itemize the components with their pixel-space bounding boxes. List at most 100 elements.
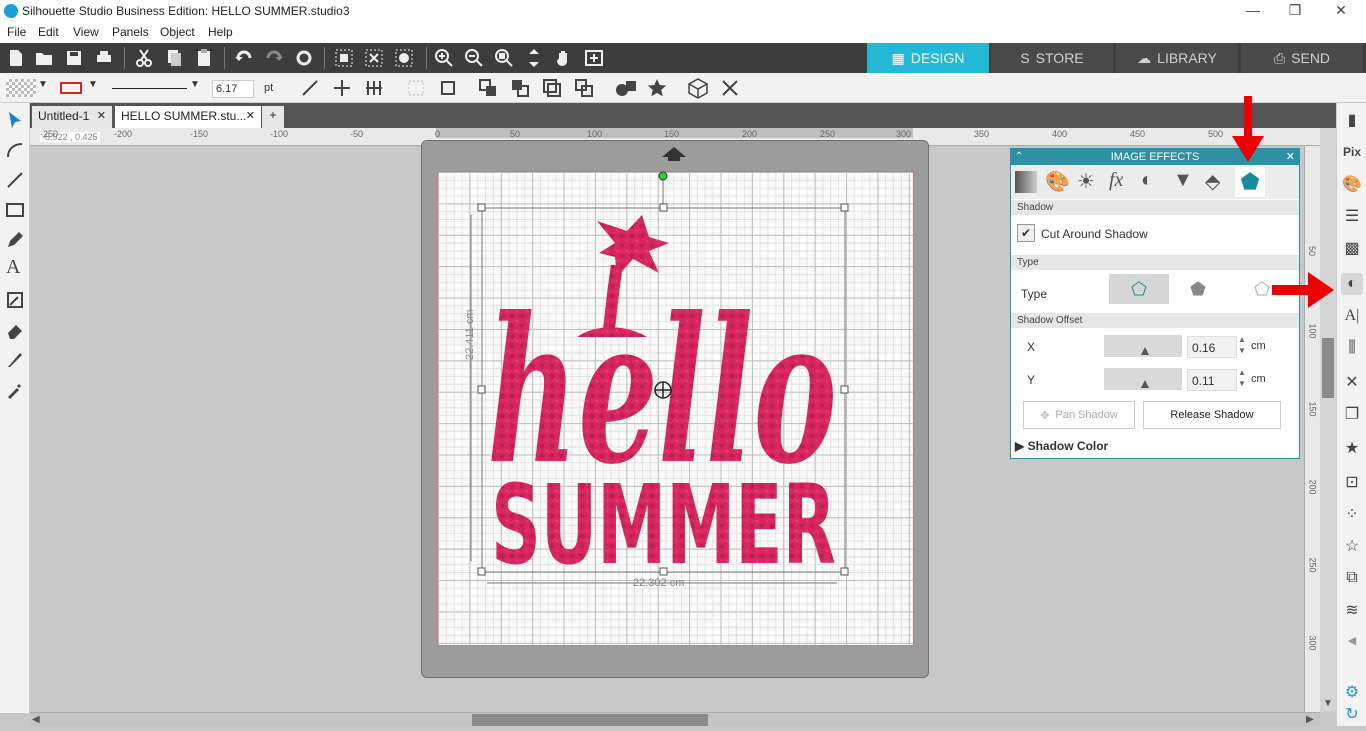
offset-icon[interactable]: ☆ <box>1341 535 1363 557</box>
zoom-to-fit-icon[interactable] <box>584 48 604 68</box>
close-icon[interactable] <box>720 78 740 98</box>
sketch-icon[interactable]: ⁘ <box>1341 503 1363 525</box>
collapse-panel-icon[interactable]: ⌃ <box>1015 149 1023 165</box>
zoom-out-icon[interactable] <box>464 48 484 68</box>
save-icon[interactable] <box>64 48 84 68</box>
move-icon[interactable] <box>332 78 352 98</box>
ungroup-icon[interactable] <box>438 78 458 98</box>
cut-icon[interactable] <box>134 48 154 68</box>
tab-store[interactable]: S STORE <box>991 43 1113 73</box>
deselect-icon[interactable] <box>364 48 384 68</box>
transform-icon[interactable]: ✕ <box>1341 371 1363 393</box>
pencil-icon[interactable] <box>5 230 25 250</box>
menu-view[interactable]: View <box>73 25 99 39</box>
scroll-down-icon[interactable]: ▼ <box>1323 698 1333 709</box>
chevron-down-icon[interactable]: ▼ <box>38 79 48 90</box>
align-panel-icon[interactable]: ⫼ <box>1341 337 1363 359</box>
pixscan-icon[interactable]: Pix <box>1341 141 1363 163</box>
weld-icon[interactable] <box>614 78 638 98</box>
horizontal-scrollbar[interactable]: ◀ ▶ <box>30 712 1320 726</box>
redo-icon[interactable] <box>264 48 284 68</box>
refresh-icon[interactable] <box>294 48 314 68</box>
x-stepper[interactable]: ▲ ▼ <box>1238 334 1246 356</box>
chevron-down-icon[interactable]: ▼ <box>190 79 200 90</box>
shadow-color-expander[interactable]: ▶ Shadow Color <box>1015 439 1108 453</box>
bring-forward-icon[interactable] <box>542 78 562 98</box>
fill-pattern-swatch[interactable] <box>6 79 36 97</box>
paste-icon[interactable] <box>194 48 214 68</box>
text-tool-icon[interactable]: A <box>6 256 20 279</box>
y-offset-input[interactable]: 0.11 <box>1187 369 1237 391</box>
group-icon[interactable] <box>406 78 426 98</box>
collapse-left-icon[interactable]: ◀ <box>1341 629 1363 651</box>
menu-help[interactable]: Help <box>208 25 233 39</box>
menu-file[interactable]: File <box>7 25 26 39</box>
scroll-right-icon[interactable]: ▶ <box>1306 714 1314 725</box>
line-style-preview[interactable] <box>112 88 187 89</box>
close-window-button[interactable]: ✕ <box>1326 2 1356 20</box>
tab-send[interactable]: ⎙ SEND <box>1241 43 1363 73</box>
hello-summer-artwork[interactable]: hello SUMMER <box>437 171 914 646</box>
tab-library[interactable]: ☁ LIBRARY <box>1116 43 1238 73</box>
effects-tag-icon[interactable]: ⬘ <box>1205 169 1220 194</box>
contrast-icon[interactable]: ◐ <box>1141 169 1153 192</box>
chevron-down-icon[interactable]: ▼ <box>88 79 98 90</box>
menu-object[interactable]: Object <box>160 25 195 39</box>
restore-button[interactable]: ❐ <box>1280 2 1310 20</box>
page-setup-icon[interactable]: ▮ <box>1341 109 1363 131</box>
select-arrow-icon[interactable] <box>5 110 25 130</box>
rotate-handle[interactable] <box>658 171 668 181</box>
zoom-in-icon[interactable] <box>434 48 454 68</box>
minimize-button[interactable]: — <box>1238 2 1268 20</box>
eyedropper-icon[interactable] <box>5 380 25 400</box>
layers-icon[interactable]: ⧉ <box>1341 567 1363 589</box>
x-offset-input[interactable]: 0.16 <box>1187 336 1237 358</box>
offset-star-icon[interactable] <box>646 77 668 99</box>
sync-icon[interactable]: ↻ <box>1341 703 1363 725</box>
close-tab-icon[interactable]: ✕ <box>97 109 106 122</box>
close-tab-icon[interactable]: ✕ <box>246 109 255 122</box>
pan-hand-icon[interactable] <box>554 48 574 68</box>
fx-icon[interactable]: fx <box>1109 169 1123 192</box>
fit-to-page-icon[interactable] <box>524 48 544 68</box>
modify-icon[interactable]: ★ <box>1341 437 1363 459</box>
hatch-icon[interactable]: ≋ <box>1341 599 1363 621</box>
send-to-back-icon[interactable] <box>510 78 530 98</box>
send-backward-icon[interactable] <box>574 78 594 98</box>
new-document-icon[interactable] <box>6 48 26 68</box>
select-by-color-icon[interactable] <box>394 48 414 68</box>
release-shadow-button[interactable]: Release Shadow <box>1143 401 1281 429</box>
settings-gear-icon[interactable]: ⚙ <box>1341 681 1363 703</box>
print-icon[interactable] <box>94 48 114 68</box>
line-style-icon[interactable]: ☰ <box>1341 205 1363 227</box>
open-folder-icon[interactable] <box>34 48 54 68</box>
filter-icon[interactable]: ▼ <box>1173 169 1193 192</box>
trace-icon[interactable]: ⊡ <box>1341 471 1363 493</box>
add-tab-button[interactable]: + <box>262 106 284 128</box>
fill-color-palette-icon[interactable]: 🎨 <box>1341 173 1363 195</box>
line-color-swatch[interactable] <box>60 82 82 94</box>
text-style-icon[interactable]: A| <box>1341 305 1363 327</box>
tab-untitled-1[interactable]: Untitled-1 ✕ <box>32 106 112 128</box>
vertical-scroll-thumb[interactable] <box>1322 338 1334 398</box>
knife-icon[interactable] <box>5 350 25 370</box>
draw-tool-icon[interactable] <box>5 290 25 310</box>
shadow-tab-icon[interactable]: ⬟ <box>1235 167 1265 197</box>
tab-design[interactable]: ▦ DESIGN <box>867 43 989 73</box>
scroll-left-icon[interactable]: ◀ <box>32 714 40 725</box>
close-panel-icon[interactable]: ✕ <box>1286 149 1295 165</box>
replicate-icon[interactable]: ❐ <box>1341 403 1363 425</box>
zoom-select-icon[interactable] <box>494 48 514 68</box>
line-icon[interactable] <box>5 170 25 190</box>
shadow-type-solid-icon[interactable]: ⬟ <box>1183 274 1213 304</box>
menu-edit[interactable]: Edit <box>38 25 59 39</box>
fill-pattern-icon[interactable]: ▩ <box>1341 237 1363 259</box>
rectangle-icon[interactable] <box>5 200 25 220</box>
gradient-icon[interactable] <box>1015 171 1037 193</box>
image-effects-icon[interactable]: ◐ <box>1341 273 1363 295</box>
bring-to-front-icon[interactable] <box>478 78 498 98</box>
x-offset-slider[interactable] <box>1104 335 1182 357</box>
horizontal-scroll-thumb[interactable] <box>472 714 708 726</box>
vertical-scrollbar[interactable]: ▼ <box>1320 128 1336 712</box>
tab-hello-summer[interactable]: HELLO SUMMER.stu... ✕ <box>115 106 261 128</box>
